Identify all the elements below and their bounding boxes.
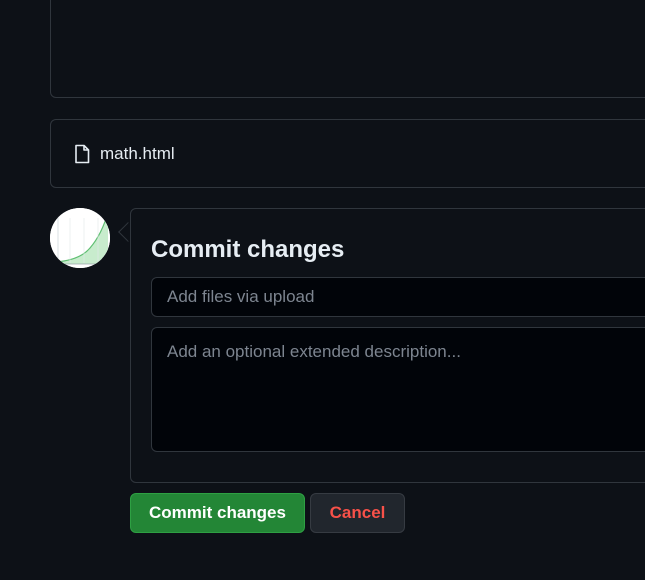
commit-summary-input[interactable] (151, 277, 645, 317)
upload-dropzone[interactable] (50, 0, 645, 98)
commit-description-input[interactable] (151, 327, 645, 452)
commit-panel: Commit changes (130, 208, 645, 483)
file-name: math.html (100, 144, 175, 163)
commit-changes-button[interactable]: Commit changes (130, 493, 305, 533)
commit-title: Commit changes (151, 236, 345, 263)
cancel-button[interactable]: Cancel (310, 493, 405, 533)
avatar[interactable] (50, 208, 110, 268)
file-list-item: math.html (73, 144, 175, 164)
file-list: math.html (50, 119, 645, 188)
file-icon (73, 144, 91, 164)
commit-page: math.html Commit changes Commit changes … (0, 0, 645, 580)
avatar-image (50, 208, 110, 268)
